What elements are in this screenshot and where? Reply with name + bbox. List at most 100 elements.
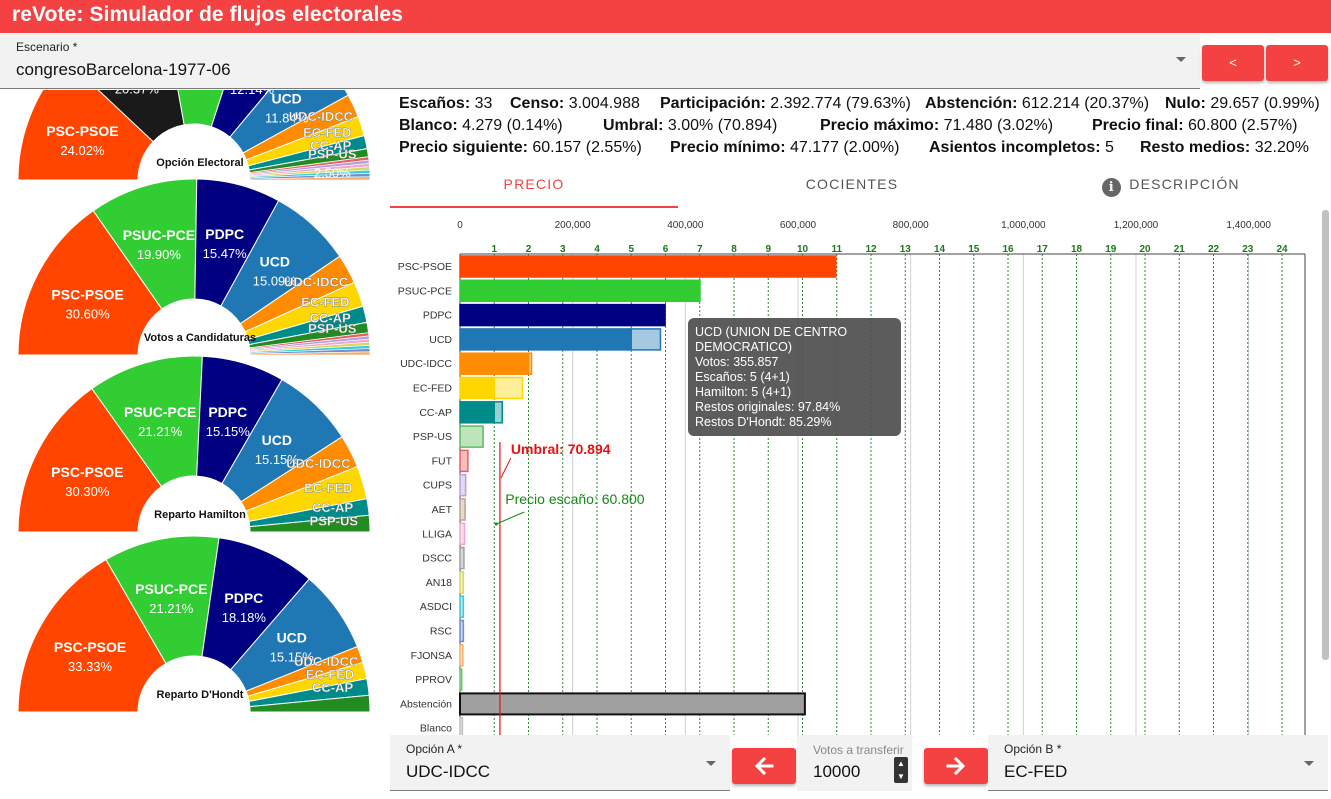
scrollbar[interactable]	[1322, 210, 1329, 660]
pie-slice-percent: 21.21%	[138, 424, 183, 439]
next-scenario-button[interactable]: >	[1266, 45, 1328, 81]
votes-transfer-value: 10000	[813, 762, 861, 781]
tab-precio[interactable]: PRECIO	[390, 168, 678, 208]
pie-slice-label: PSP-US	[308, 321, 357, 336]
stat-asientos-incompletos: Asientos incompletos: 5	[929, 139, 1114, 156]
arrow-left-icon	[754, 756, 774, 776]
seat-tick-label: 3	[560, 244, 566, 255]
x-tick-label: 0	[457, 220, 463, 231]
tooltip-line: Escaños: 5 (4+1)	[695, 370, 790, 384]
pie-2: PSC-PSOE 30.60% PSUC-PCE 19.90% PDPC 15.47% UC…	[17, 178, 371, 356]
seat-tick-label: 13	[900, 244, 912, 255]
chevron-down-icon[interactable]	[1176, 57, 1186, 62]
bar	[459, 401, 496, 424]
pie-slice-percent: 33.33%	[68, 659, 113, 674]
seat-tick-label: 22	[1208, 244, 1220, 255]
bar-remainder	[459, 449, 469, 473]
chevron-down-icon[interactable]	[1304, 761, 1314, 766]
prev-scenario-button[interactable]: <	[1202, 45, 1264, 81]
transfer-left-button[interactable]	[732, 748, 796, 784]
number-stepper[interactable]: ▲ ▼	[894, 757, 908, 783]
bar-remainder	[459, 425, 484, 448]
option-a-select[interactable]: Opción A * UDC-IDCC	[390, 735, 730, 791]
stat-precio-minimo: Precio mínimo: 47.177 (2.00%)	[670, 139, 900, 156]
option-b-select[interactable]: Opción B * EC-FED	[988, 735, 1328, 791]
bar-remainder	[459, 644, 464, 667]
bar-remainder	[527, 352, 533, 375]
category-label: CC-AP	[419, 407, 452, 419]
pie-slice-label: PSC-PSOE	[51, 464, 123, 480]
pie-slice-percent: 21.21%	[149, 601, 194, 616]
bar	[459, 692, 806, 716]
category-label: UDC-IDCC	[400, 358, 452, 370]
pie-slice-percent: 24.02%	[60, 143, 105, 158]
seat-tick-label: 9	[765, 244, 771, 255]
option-b-value: EC-FED	[1004, 762, 1068, 781]
umbral-label: Umbral: 70.894	[511, 441, 611, 457]
pie-slice-percent: 12.14%	[230, 90, 275, 97]
tab-descripcion[interactable]: i DESCRIPCIÓN	[1026, 168, 1316, 208]
pie-slice-label: UCD	[271, 91, 301, 107]
tooltip-line: Restos originales: 97.84%	[695, 400, 841, 414]
bar-remainder	[459, 619, 465, 643]
tooltip-line: DEMOCRATICO)	[695, 340, 792, 354]
tooltip-line: UCD (UNION DE CENTRO	[695, 325, 848, 339]
bar	[459, 303, 666, 327]
pie-slice-label: UCD	[260, 253, 290, 269]
seat-tick-label: 23	[1242, 244, 1254, 255]
category-label: EC-FED	[413, 383, 453, 395]
bar-remainder	[493, 401, 503, 424]
precio-label: Precio escaño: 60.800	[505, 491, 645, 507]
pie-slice-label: UDC-IDCC	[284, 275, 349, 290]
pie-slice-percent: 20.37%	[115, 90, 160, 96]
bar-remainder	[459, 473, 467, 497]
pie-slice-percent: 2.50%	[314, 165, 351, 180]
pie-slice-label: PSUC-PCE	[123, 227, 195, 243]
x-tick-label: 600,000	[780, 220, 817, 231]
tab-descripcion-label: DESCRIPCIÓN	[1129, 176, 1240, 192]
category-label: PDPC	[423, 310, 453, 322]
pie-slice-label: UCD	[277, 629, 307, 645]
pie-slice-percent: 19.90%	[137, 247, 182, 262]
tooltip-line: Restos D'Hondt: 85.29%	[695, 415, 832, 429]
category-label: LLIGA	[422, 528, 452, 540]
x-tick-label: 1,200,000	[1114, 220, 1159, 231]
seat-tick-label: 7	[697, 244, 703, 255]
pie-slice-label: PDPC	[205, 226, 244, 242]
scenario-value: congresoBarcelona-1977-06	[16, 60, 231, 79]
option-b-label: Opción B *	[1004, 742, 1062, 756]
category-label: ASDCI	[420, 601, 452, 613]
pie-caption: Reparto Hamilton	[154, 509, 246, 521]
stat-precio-maximo: Precio máximo: 71.480 (3.02%)	[820, 117, 1054, 134]
stat-umbral: Umbral: 3.00% (70.894)	[603, 117, 778, 134]
transfer-right-button[interactable]	[924, 748, 988, 784]
chevron-down-icon[interactable]	[706, 761, 716, 766]
bar-remainder	[459, 595, 465, 618]
stat-resto-medios: Resto medios: 32.20%	[1140, 139, 1309, 156]
bar	[459, 328, 633, 351]
seat-tick-label: 21	[1174, 244, 1186, 255]
seat-tick-label: 24	[1276, 244, 1288, 255]
seat-tick-label: 12	[865, 244, 877, 255]
seat-tick-label: 20	[1139, 244, 1151, 255]
votes-transfer-input[interactable]: Votos a transferir 10000 ▲ ▼	[797, 735, 912, 791]
category-label: PSP-US	[413, 431, 452, 443]
stat-abstencion: Abstención: 612.214 (20.37%)	[925, 95, 1150, 112]
x-tick-label: 1,400,000	[1226, 220, 1271, 231]
tooltip-line: Hamilton: 5 (4+1)	[695, 385, 792, 399]
tab-cocientes[interactable]: COCIENTES	[708, 168, 996, 208]
pie-slice-label: PDPC	[208, 404, 247, 420]
category-label: PPROV	[415, 674, 452, 686]
pie-slice-label: UDC-IDCC	[286, 456, 351, 471]
bar-remainder	[630, 328, 662, 351]
tooltip-line: Votos: 355.857	[695, 355, 779, 369]
arrow-right-icon	[946, 756, 966, 776]
category-label: Blanco	[420, 723, 452, 735]
category-label: FUT	[432, 455, 453, 467]
stat-participacion: Participación: 2.392.774 (79.63%)	[660, 95, 911, 112]
seat-tick-label: 16	[1002, 244, 1014, 255]
price-bar-chart: 0 200,000 400,000 600,000 800,000 1,000,000 1,…	[398, 220, 1306, 735]
pie-slice-percent: 30.60%	[66, 307, 111, 322]
precio-point	[494, 522, 498, 526]
scenario-select[interactable]: Escenario * congresoBarcelona-1977-06	[0, 33, 1200, 89]
